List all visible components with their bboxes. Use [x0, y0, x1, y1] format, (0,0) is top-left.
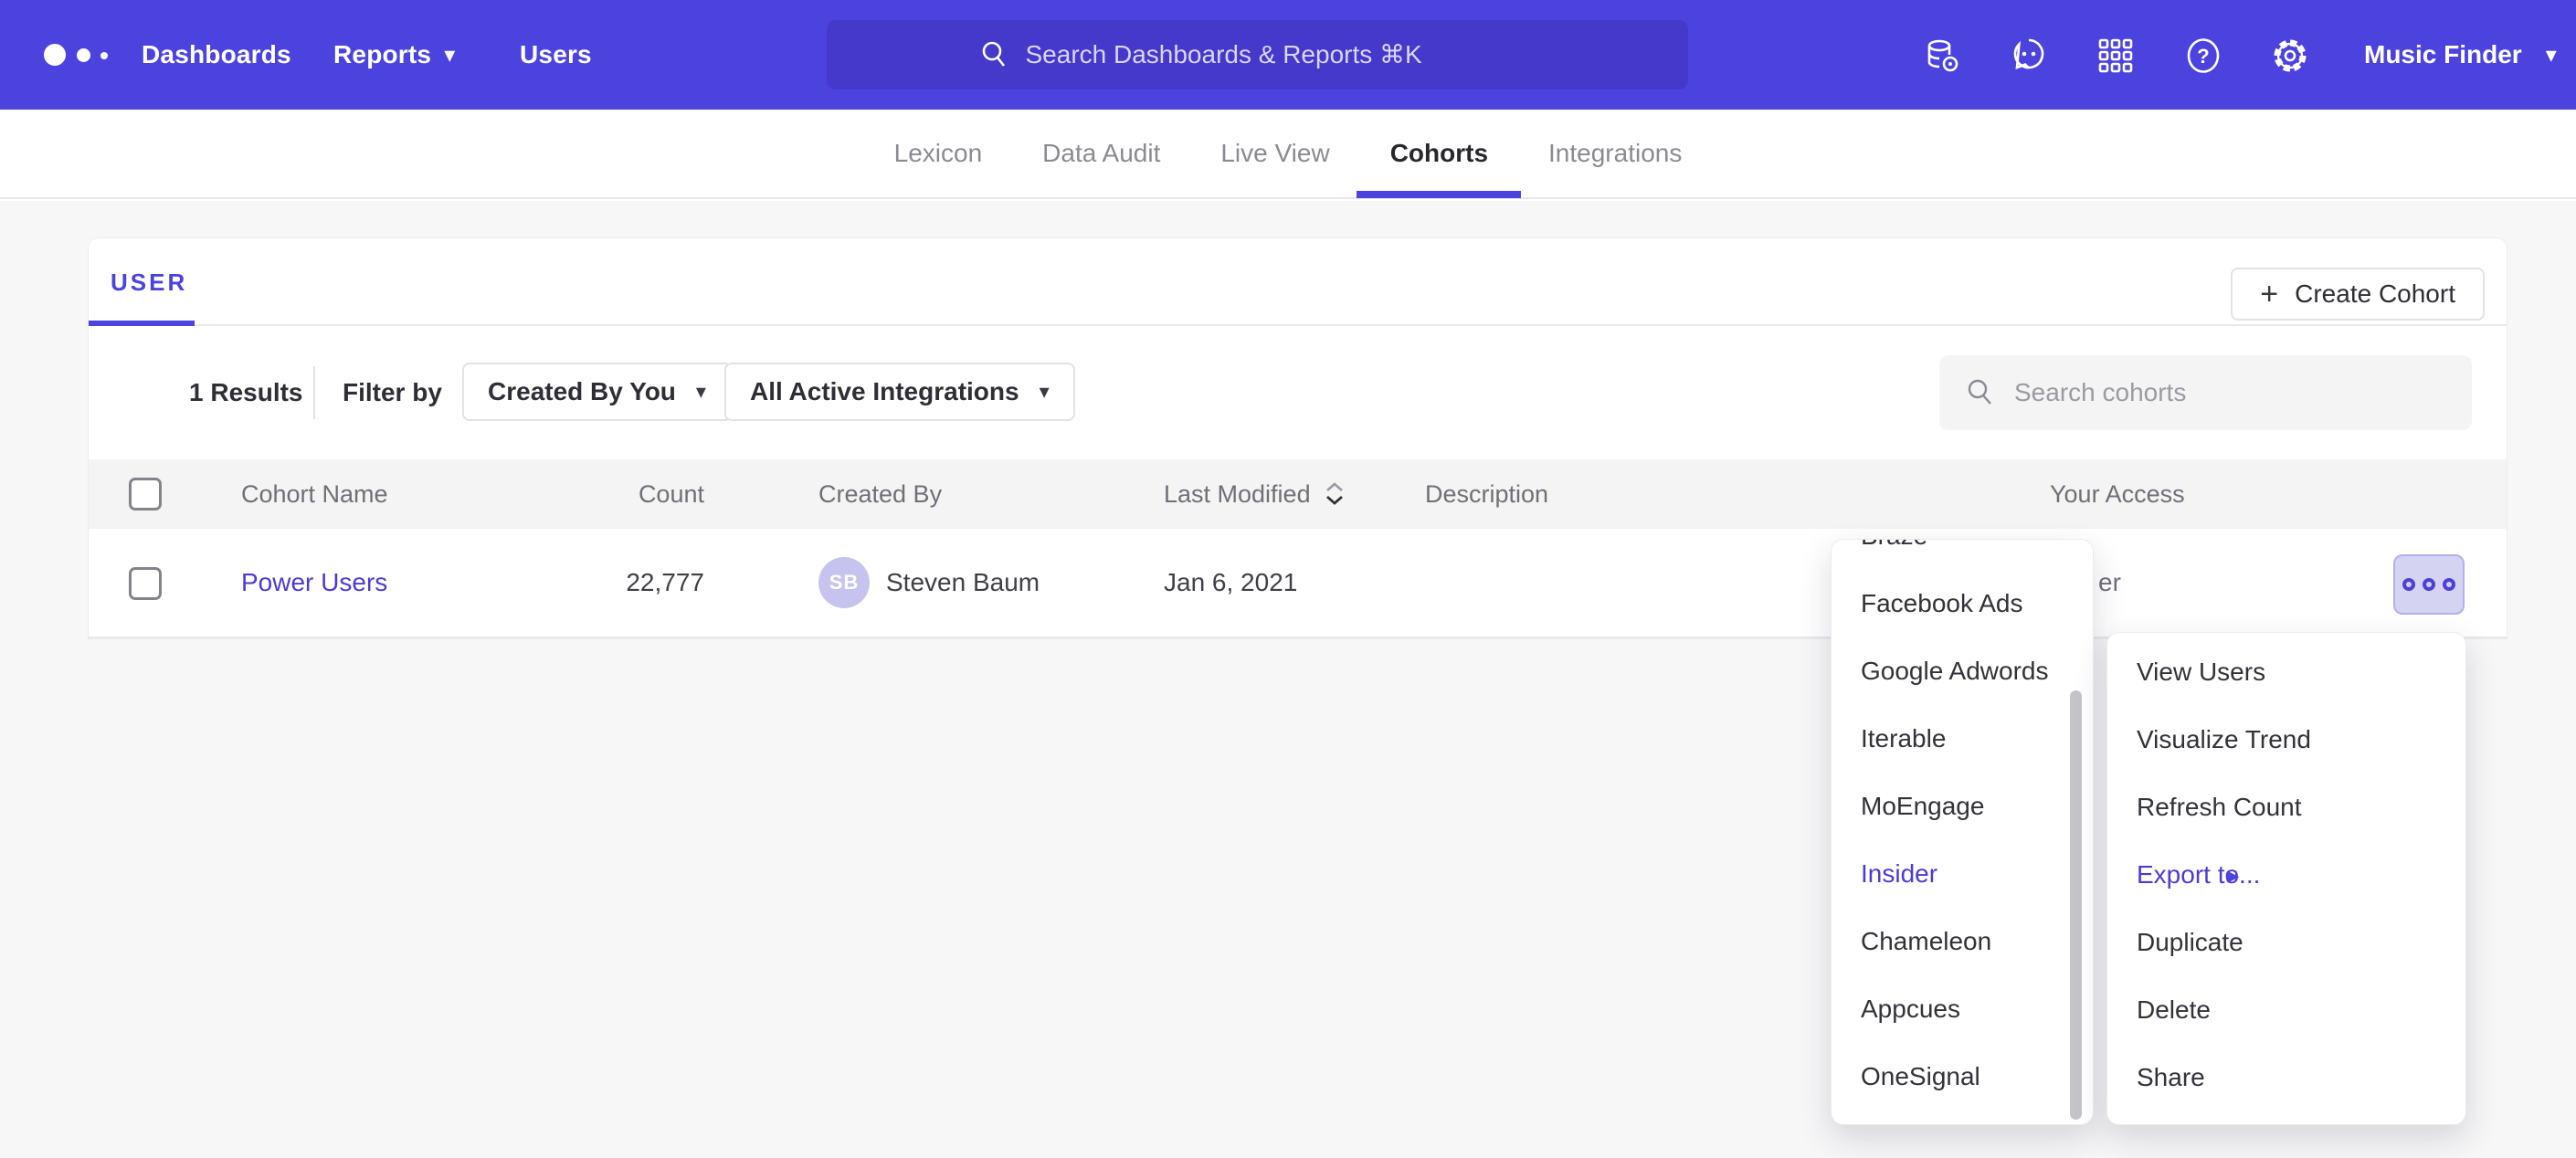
feedback-icon[interactable] [2008, 35, 2050, 77]
column-cohort-name: Cohort Name [241, 459, 388, 529]
table-header-row: Cohort Name Count Created By Last Modifi… [89, 459, 2507, 529]
global-search[interactable] [827, 20, 1688, 89]
column-your-access: Your Access [2050, 459, 2185, 529]
cohort-name-link[interactable]: Power Users [241, 568, 387, 597]
menu-item-onesignal[interactable]: OneSignal [1832, 1043, 2093, 1111]
tab-lexicon[interactable]: Lexicon [894, 109, 983, 198]
cohort-count: 22,777 [512, 529, 704, 637]
filter-bar: 1 Results Filter by Created By You ▾ All… [89, 326, 2507, 459]
top-navigation-bar: Dashboards Reports ▾ Users [0, 0, 2576, 110]
global-search-input[interactable] [1026, 40, 1537, 69]
submenu-arrow-icon: ▸ [2227, 861, 2239, 890]
select-all-checkbox[interactable] [129, 478, 162, 511]
card-header: USER + Create Cohort [89, 238, 2507, 326]
search-icon [978, 38, 1011, 71]
menu-item-braze[interactable]: Braze [1832, 539, 2093, 570]
active-tab-underline [1357, 191, 1521, 198]
nav-users[interactable]: Users [520, 0, 592, 110]
column-count: Count [512, 459, 704, 529]
tab-live-view[interactable]: Live View [1220, 109, 1329, 198]
nav-dashboards[interactable]: Dashboards [142, 0, 291, 110]
menu-item-facebook-ads[interactable]: Facebook Ads [1832, 570, 2093, 637]
results-count: 1 Results [189, 326, 303, 459]
tab-cohorts[interactable]: Cohorts [1390, 109, 1488, 198]
menu-item-delete[interactable]: Delete [2107, 976, 2465, 1044]
created-by-filter-dropdown[interactable]: Created By You ▾ [462, 363, 732, 421]
divider [313, 366, 315, 419]
sort-chevrons-icon [1324, 479, 1346, 509]
menu-item-duplicate[interactable]: Duplicate [2107, 909, 2465, 976]
column-description: Description [1425, 459, 1548, 529]
menu-item-view-users[interactable]: View Users [2107, 638, 2465, 706]
chevron-down-icon: ▾ [444, 42, 455, 68]
chevron-down-icon: ▾ [2546, 42, 2557, 68]
cohort-search-input[interactable] [2014, 378, 2416, 407]
tab-integrations[interactable]: Integrations [1548, 109, 1682, 198]
column-created-by: Created By [818, 459, 942, 529]
mixpanel-logo-icon[interactable] [44, 35, 126, 75]
project-switcher[interactable]: Music Finder ▾ [2364, 0, 2557, 110]
menu-item-export-to[interactable]: Export to... ▸ [2107, 841, 2465, 909]
export-targets-menu: Braze Facebook Ads Google Adwords Iterab… [1831, 539, 2094, 1125]
menu-item-share[interactable]: Share [2107, 1044, 2465, 1111]
integrations-filter-dropdown[interactable]: All Active Integrations ▾ [724, 363, 1075, 421]
cohort-search[interactable] [1939, 355, 2472, 430]
help-icon[interactable]: ? [2182, 35, 2224, 77]
plus-icon: + [2260, 279, 2278, 310]
menu-item-google-adwords[interactable]: Google Adwords [1832, 637, 2093, 705]
menu-item-refresh-count[interactable]: Refresh Count [2107, 774, 2465, 841]
more-dots-icon [2402, 578, 2415, 591]
last-modified-cell: Jan 6, 2021 [1164, 529, 1297, 637]
created-by-cell: SB Steven Baum [818, 529, 1040, 637]
row-checkbox[interactable] [129, 567, 162, 600]
menu-scrollbar[interactable] [2070, 690, 2082, 1120]
table-row: Power Users 22,777 SB Steven Baum Jan 6,… [89, 529, 2507, 638]
row-actions-menu: View Users Visualize Trend Refresh Count… [2106, 632, 2466, 1125]
chevron-down-icon: ▾ [696, 380, 706, 404]
svg-text:?: ? [2197, 45, 2209, 68]
settings-gear-icon[interactable] [2269, 35, 2311, 77]
menu-item-iterable[interactable]: Iterable [1832, 705, 2093, 773]
your-access-value: er [2098, 529, 2121, 637]
created-by-name: Steven Baum [886, 568, 1040, 597]
menu-item-chameleon[interactable]: Chameleon [1832, 908, 2093, 975]
menu-item-insider[interactable]: Insider [1832, 840, 2093, 908]
section-tabs: Lexicon Data Audit Live View Cohorts Int… [0, 110, 2576, 199]
row-actions-button[interactable] [2393, 554, 2465, 615]
apps-grid-icon[interactable] [2095, 35, 2137, 77]
menu-item-appcues[interactable]: Appcues [1832, 975, 2093, 1043]
filter-by-label: Filter by [343, 326, 442, 459]
cohorts-card: USER + Create Cohort 1 Results Filter by… [88, 237, 2507, 639]
cohorts-page: Dashboards Reports ▾ Users [0, 0, 2576, 1158]
data-settings-icon[interactable] [1921, 35, 1963, 77]
tab-data-audit[interactable]: Data Audit [1042, 109, 1160, 198]
create-cohort-button[interactable]: + Create Cohort [2231, 268, 2485, 321]
menu-item-visualize-trend[interactable]: Visualize Trend [2107, 706, 2465, 774]
avatar: SB [818, 557, 870, 608]
chevron-down-icon: ▾ [1040, 380, 1050, 404]
search-icon [1965, 377, 1996, 408]
column-last-modified[interactable]: Last Modified [1164, 459, 1346, 529]
tab-user[interactable]: USER [111, 238, 187, 326]
nav-reports[interactable]: Reports ▾ [333, 0, 455, 110]
menu-item-moengage[interactable]: MoEngage [1832, 773, 2093, 840]
